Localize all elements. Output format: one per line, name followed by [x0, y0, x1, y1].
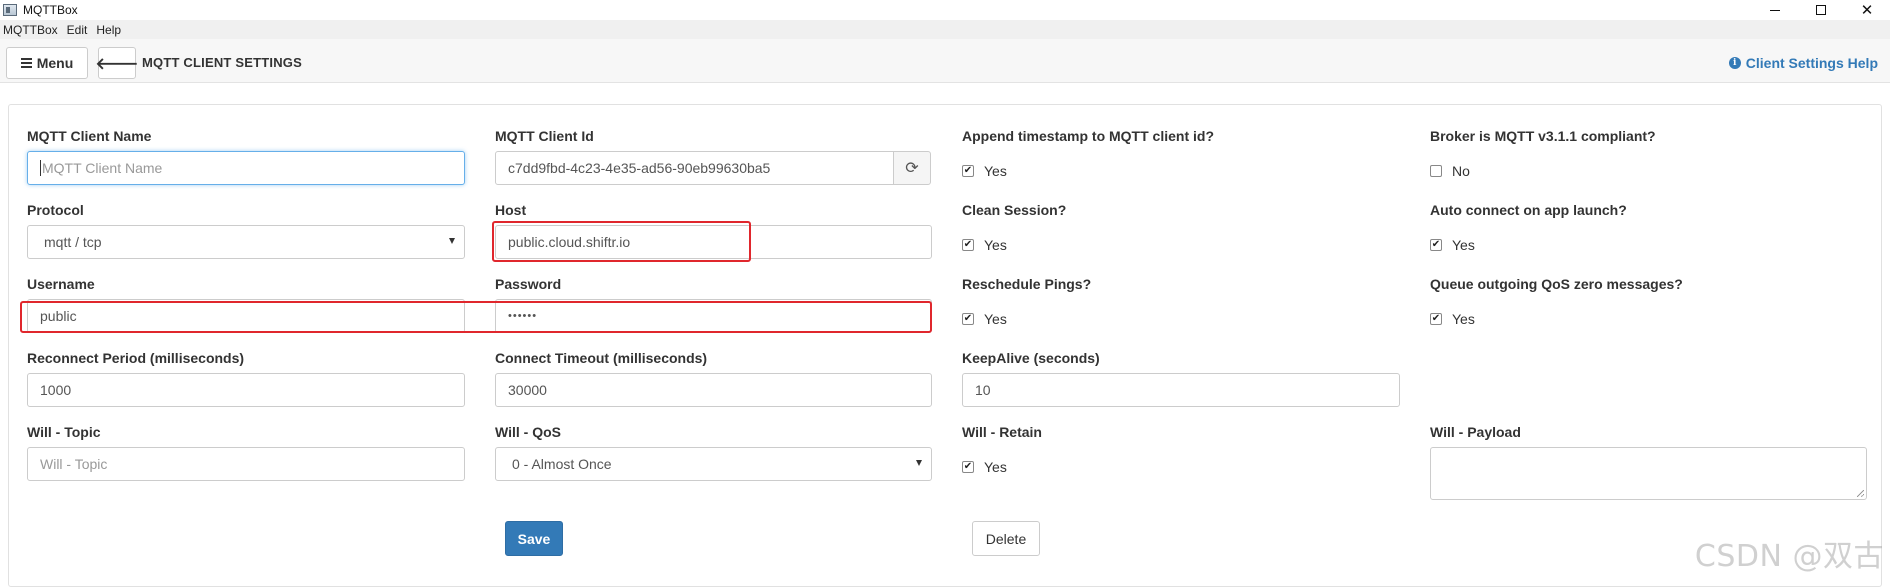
connect-timeout-input[interactable]: 30000	[495, 373, 932, 407]
menu-item-mqttbox[interactable]: MQTTBox	[0, 23, 64, 37]
connect-timeout-label: Connect Timeout (milliseconds)	[495, 350, 708, 366]
queue-qos-zero-checkbox[interactable]: ✔ Yes	[1430, 311, 1475, 327]
keepalive-input[interactable]: 10	[962, 373, 1400, 407]
keepalive-label: KeepAlive (seconds)	[962, 350, 1100, 366]
append-timestamp-label: Append timestamp to MQTT client id?	[962, 128, 1214, 144]
client-settings-help-link[interactable]: i Client Settings Help	[1728, 55, 1878, 71]
clean-session-label: Clean Session?	[962, 202, 1067, 218]
info-icon: i	[1728, 57, 1741, 69]
dropdown-arrow-icon	[449, 238, 455, 244]
will-topic-label: Will - Topic	[27, 424, 101, 440]
menubar: MQTTBox Edit Help	[0, 20, 1890, 39]
password-input[interactable]: ••••••	[495, 299, 932, 333]
username-label: Username	[27, 276, 95, 292]
reschedule-pings-label: Reschedule Pings?	[962, 276, 1092, 292]
host-input[interactable]: public.cloud.shiftr.io	[495, 225, 932, 259]
protocol-select[interactable]: mqtt / tcp	[27, 225, 465, 259]
window-title: MQTTBox	[23, 3, 78, 17]
maximize-button[interactable]	[1798, 0, 1844, 20]
window-controls: ✕	[1752, 0, 1890, 20]
password-label: Password	[495, 276, 562, 292]
will-payload-textarea[interactable]	[1430, 447, 1867, 500]
queue-qos-zero-label: Queue outgoing QoS zero messages?	[1430, 276, 1683, 292]
broker-compliant-checkbox[interactable]: No	[1430, 163, 1470, 179]
will-payload-label: Will - Payload	[1430, 424, 1521, 440]
app-icon	[3, 4, 17, 16]
will-qos-select[interactable]: 0 - Almost Once	[495, 447, 932, 481]
client-id-label: MQTT Client Id	[495, 128, 594, 144]
page-header: Menu 🡐 MQTT CLIENT SETTINGS i Client Set…	[0, 39, 1890, 83]
will-retain-label: Will - Retain	[962, 424, 1042, 440]
checkbox-checked-icon: ✔	[962, 165, 974, 177]
maximize-icon	[1816, 5, 1826, 15]
arrow-left-icon: 🡐	[95, 55, 139, 73]
clean-session-checkbox[interactable]: ✔ Yes	[962, 237, 1007, 253]
auto-connect-checkbox[interactable]: ✔ Yes	[1430, 237, 1475, 253]
client-name-label: MQTT Client Name	[27, 128, 152, 144]
refresh-icon: ⟳	[905, 160, 919, 177]
back-button[interactable]: 🡐	[95, 47, 139, 79]
append-timestamp-checkbox[interactable]: ✔ Yes	[962, 163, 1007, 179]
menu-item-help[interactable]: Help	[93, 23, 127, 37]
minimize-button[interactable]	[1752, 0, 1798, 20]
minimize-icon	[1770, 9, 1780, 11]
client-id-input[interactable]: c7dd9fbd-4c23-4e35-ad56-90eb99630ba5	[495, 151, 894, 185]
save-button[interactable]: Save	[505, 521, 563, 556]
checkbox-checked-icon: ✔	[962, 239, 974, 251]
protocol-label: Protocol	[27, 202, 84, 218]
auto-connect-label: Auto connect on app launch?	[1430, 202, 1627, 218]
checkbox-checked-icon: ✔	[962, 461, 974, 473]
window-titlebar: MQTTBox ✕	[0, 0, 1890, 20]
checkbox-checked-icon: ✔	[1430, 313, 1442, 325]
reschedule-pings-checkbox[interactable]: ✔ Yes	[962, 311, 1007, 327]
hamburger-icon	[20, 58, 32, 68]
host-label: Host	[495, 202, 527, 218]
will-qos-label: Will - QoS	[495, 424, 561, 440]
help-link-label: Client Settings Help	[1745, 55, 1878, 71]
username-input[interactable]: public	[27, 299, 465, 333]
checkbox-checked-icon: ✔	[962, 313, 974, 325]
menu-button[interactable]: Menu	[6, 47, 88, 79]
checkbox-unchecked-icon	[1430, 165, 1442, 177]
page-title: MQTT CLIENT SETTINGS	[142, 55, 302, 70]
watermark: CSDN @双古	[1694, 539, 1884, 574]
client-name-input[interactable]: MQTT Client Name	[27, 151, 465, 185]
checkbox-checked-icon: ✔	[1430, 239, 1442, 251]
regenerate-client-id-button[interactable]: ⟳	[893, 151, 931, 185]
close-icon: ✕	[1860, 1, 1874, 19]
close-button[interactable]: ✕	[1844, 0, 1890, 20]
will-topic-input[interactable]: Will - Topic	[27, 447, 465, 481]
broker-compliant-label: Broker is MQTT v3.1.1 compliant?	[1430, 128, 1656, 144]
reconnect-period-input[interactable]: 1000	[27, 373, 465, 407]
will-retain-checkbox[interactable]: ✔ Yes	[962, 459, 1007, 475]
dropdown-arrow-icon	[916, 460, 922, 466]
delete-button[interactable]: Delete	[972, 521, 1040, 556]
menu-item-edit[interactable]: Edit	[64, 23, 94, 37]
resize-grip-icon[interactable]	[1857, 490, 1864, 497]
reconnect-period-label: Reconnect Period (milliseconds)	[27, 350, 245, 366]
menu-button-label: Menu	[36, 55, 74, 71]
